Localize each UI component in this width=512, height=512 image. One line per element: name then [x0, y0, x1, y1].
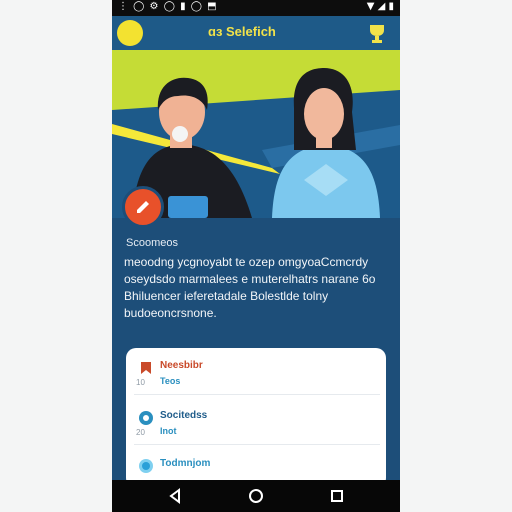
list-item-title: Todmnjom: [160, 458, 211, 469]
list-item[interactable]: Socitedss Inot 20: [134, 404, 380, 445]
list-item-subtitle: Inot: [160, 426, 177, 436]
status-bar: ⋮ ◯ ⚙ ◯ ▮ ◯ ⬒ ▼ ◢ ▮: [112, 0, 400, 16]
description-text: meoodng ycgnoyabt te ozep omgyoaCcmcrdy …: [124, 255, 376, 320]
list-item-subtitle: Teos: [160, 376, 181, 386]
app-title: ɑɜ Selefich: [208, 24, 276, 39]
list-item-index: 20: [136, 428, 145, 437]
dot-icon: [139, 459, 153, 473]
status-icons-left: ⋮ ◯ ⚙ ◯ ▮ ◯ ⬒: [118, 1, 218, 12]
back-triangle-icon[interactable]: [166, 487, 184, 505]
pencil-icon: [137, 201, 149, 213]
section-label: Scoomeos: [126, 237, 178, 249]
home-circle-icon[interactable]: [247, 487, 265, 505]
recents-square-icon[interactable]: [328, 487, 346, 505]
list-item[interactable]: Neesbibr Teos 10: [134, 354, 380, 395]
chat-bubble-icon: [139, 411, 153, 425]
right-background: [400, 0, 512, 512]
list-item-title: Neesbibr: [160, 360, 203, 371]
left-background: [0, 0, 112, 512]
trophy-icon[interactable]: [366, 22, 388, 44]
bookmark-icon: [141, 362, 151, 374]
circle-menu-icon[interactable]: [117, 20, 143, 46]
list-item-title: Socitedss: [160, 410, 208, 421]
status-icons-right: ▼ ◢ ▮: [366, 1, 394, 12]
navigation-bar: [112, 480, 400, 512]
edit-fab-button[interactable]: [122, 186, 164, 228]
app-bar: ɑɜ Selefich: [112, 16, 400, 50]
list-card: Neesbibr Teos 10 Socitedss Inot 20 Todmn…: [126, 348, 386, 488]
list-item-index: 10: [136, 378, 145, 387]
phone-screen: ⋮ ◯ ⚙ ◯ ▮ ◯ ⬒ ▼ ◢ ▮ ɑɜ Selefich Scoomeos…: [112, 0, 400, 512]
